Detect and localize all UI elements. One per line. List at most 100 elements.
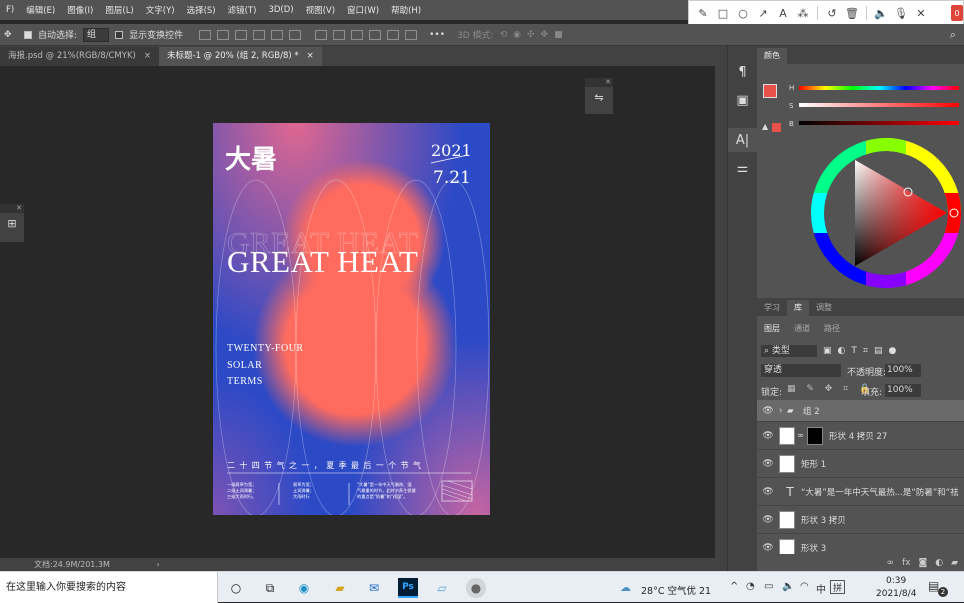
roll-3d-icon[interactable]: ◉ bbox=[513, 30, 521, 40]
move-tool-icon[interactable]: ✥ bbox=[4, 30, 18, 40]
eye-icon[interactable]: 👁 bbox=[757, 543, 779, 553]
align-bottom-icon[interactable] bbox=[289, 29, 302, 40]
layer-row[interactable]: 👁 形状 3 拷贝 bbox=[757, 506, 964, 534]
input-method-icon[interactable]: 中 bbox=[816, 581, 826, 596]
app-icon[interactable]: ● bbox=[466, 578, 486, 598]
color-wheel[interactable] bbox=[811, 138, 961, 288]
pan-3d-icon[interactable]: ✣ bbox=[527, 30, 535, 40]
close-icon[interactable]: × bbox=[144, 51, 151, 61]
blend-mode-dropdown[interactable]: 穿透 bbox=[761, 364, 841, 377]
clock-time[interactable]: 0:39 bbox=[886, 576, 906, 586]
status-menu-arrow[interactable]: › bbox=[156, 560, 159, 569]
eye-icon[interactable]: 👁 bbox=[757, 406, 779, 416]
ime-mode[interactable]: 拼 bbox=[830, 580, 845, 594]
auto-select-checkbox[interactable] bbox=[24, 30, 32, 39]
tab-learn[interactable]: 学习 bbox=[757, 300, 787, 316]
edge-icon[interactable]: ◉ bbox=[294, 578, 314, 598]
cortana-icon[interactable]: ○ bbox=[226, 578, 246, 598]
chevron-right-icon[interactable]: › bbox=[779, 406, 787, 416]
tray-icon[interactable]: ◔ bbox=[746, 581, 755, 592]
tab-poster-psd[interactable]: 海报.psd @ 21%(RGB/8/CMYK) × bbox=[0, 47, 159, 66]
eye-icon[interactable]: 👁 bbox=[757, 487, 779, 497]
panel-header[interactable]: ✕ bbox=[585, 78, 613, 87]
menu-edit[interactable]: 编辑(E) bbox=[20, 4, 61, 16]
properties-icon[interactable]: ⇋ bbox=[585, 87, 613, 104]
shape-filter-icon[interactable]: ⌗ bbox=[863, 346, 868, 356]
trash-icon[interactable]: 🗑 bbox=[844, 5, 860, 21]
distribute-icon[interactable] bbox=[315, 29, 328, 40]
speaker-icon[interactable]: 🔈 bbox=[873, 5, 889, 21]
kind-filter-dropdown[interactable]: ⌕ 类型 bbox=[761, 345, 817, 357]
distribute-icon[interactable] bbox=[405, 29, 418, 40]
align-center-icon[interactable] bbox=[217, 29, 230, 40]
layer-row[interactable]: 👁 矩形 1 bbox=[757, 450, 964, 478]
undo-icon[interactable]: ↺ bbox=[824, 5, 840, 21]
taskbar-search-input[interactable]: 在这里输入你要搜索的内容 bbox=[0, 572, 218, 603]
show-transform-checkbox[interactable] bbox=[115, 30, 124, 39]
auto-select-dropdown[interactable]: 组 bbox=[83, 27, 110, 42]
brightness-slider[interactable] bbox=[799, 121, 959, 125]
menu-type[interactable]: 文字(Y) bbox=[140, 4, 181, 16]
eye-icon[interactable]: 👁 bbox=[757, 515, 779, 525]
task-view-icon[interactable]: ⧉ bbox=[260, 578, 280, 598]
tab-layers[interactable]: 图层 bbox=[757, 321, 787, 337]
distribute-icon[interactable] bbox=[333, 29, 346, 40]
foreground-swatch[interactable] bbox=[763, 84, 777, 98]
tab-color[interactable]: 颜色 bbox=[757, 48, 787, 64]
add-mask-icon[interactable]: ◙ bbox=[918, 558, 927, 568]
panel-collapse-strip[interactable] bbox=[715, 46, 727, 571]
menu-view[interactable]: 视图(V) bbox=[300, 4, 341, 16]
layer-row[interactable]: 👁 › ▰ 组 2 bbox=[757, 400, 964, 422]
file-explorer-icon[interactable]: ▰ bbox=[330, 578, 350, 598]
search-icon[interactable]: ⌕ bbox=[950, 28, 956, 42]
mask-thumbnail[interactable] bbox=[807, 426, 823, 445]
pixel-filter-icon[interactable]: ▣ bbox=[823, 346, 832, 356]
marker-icon[interactable]: ⁂ bbox=[795, 5, 811, 21]
fill-field[interactable]: 100% bbox=[885, 384, 921, 397]
hue-slider[interactable] bbox=[799, 86, 959, 90]
new-group-icon[interactable]: ▰ bbox=[951, 558, 958, 568]
properties-sliders-icon[interactable]: ⚌ bbox=[728, 156, 757, 180]
align-middle-icon[interactable] bbox=[271, 29, 284, 40]
saturation-slider[interactable] bbox=[799, 103, 959, 107]
tab-paths[interactable]: 路径 bbox=[817, 321, 847, 337]
weather-text[interactable]: 28°C 空气优 21 bbox=[641, 583, 711, 597]
fx-icon[interactable]: fx bbox=[902, 558, 911, 568]
menu-filter[interactable]: 滤镜(T) bbox=[222, 4, 263, 16]
clock-date[interactable]: 2021/8/4 bbox=[876, 589, 916, 599]
tab-adjustments[interactable]: 调整 bbox=[809, 300, 839, 316]
align-left-icon[interactable] bbox=[199, 29, 212, 40]
text-tool-icon[interactable]: A bbox=[775, 5, 791, 21]
show-hidden-icons[interactable]: ^ bbox=[730, 581, 738, 592]
slide-3d-icon[interactable]: ✥ bbox=[541, 30, 549, 40]
camera-3d-icon[interactable]: ■ bbox=[554, 30, 563, 40]
distribute-icon[interactable] bbox=[351, 29, 364, 40]
type-filter-icon[interactable]: T bbox=[851, 346, 857, 356]
arrow-icon[interactable]: ↗ bbox=[755, 5, 771, 21]
rectangle-icon[interactable]: □ bbox=[715, 5, 731, 21]
orbit-3d-icon[interactable]: ⟲ bbox=[500, 30, 508, 40]
microphone-icon[interactable]: 🎙 bbox=[893, 5, 909, 21]
tab-untitled-1[interactable]: 未标题-1 @ 20% (组 2, RGB/8) * × bbox=[158, 47, 322, 66]
menu-3d[interactable]: 3D(D) bbox=[262, 5, 299, 15]
menu-file[interactable]: F) bbox=[0, 5, 20, 15]
more-options-icon[interactable]: ••• bbox=[429, 30, 445, 40]
app-icon[interactable]: ▱ bbox=[432, 578, 452, 598]
photoshop-icon[interactable]: Ps bbox=[398, 578, 418, 598]
layer-row[interactable]: 👁 T “大暑”是一年中天气最热...是“防暑”和“祛 bbox=[757, 478, 964, 506]
menu-image[interactable]: 图像(I) bbox=[61, 4, 99, 16]
wifi-icon[interactable]: ◠ bbox=[800, 581, 809, 592]
paragraph-icon[interactable]: ¶ bbox=[728, 60, 757, 84]
menu-select[interactable]: 选择(S) bbox=[181, 4, 222, 16]
record-badge[interactable]: 0 bbox=[951, 5, 963, 21]
smart-filter-icon[interactable]: ▤ bbox=[874, 346, 883, 356]
align-top-icon[interactable] bbox=[253, 29, 266, 40]
adjustment-layer-icon[interactable]: ◐ bbox=[935, 558, 943, 568]
close-icon[interactable]: ✕ bbox=[913, 5, 929, 21]
eye-icon[interactable]: 👁 bbox=[757, 459, 779, 469]
tab-libraries[interactable]: 库 bbox=[787, 300, 809, 316]
network-icon[interactable]: ▭ bbox=[764, 581, 773, 592]
distribute-icon[interactable] bbox=[387, 29, 400, 40]
layer-comps-icon[interactable]: ⊞ bbox=[0, 213, 24, 230]
menu-help[interactable]: 帮助(H) bbox=[385, 4, 427, 16]
